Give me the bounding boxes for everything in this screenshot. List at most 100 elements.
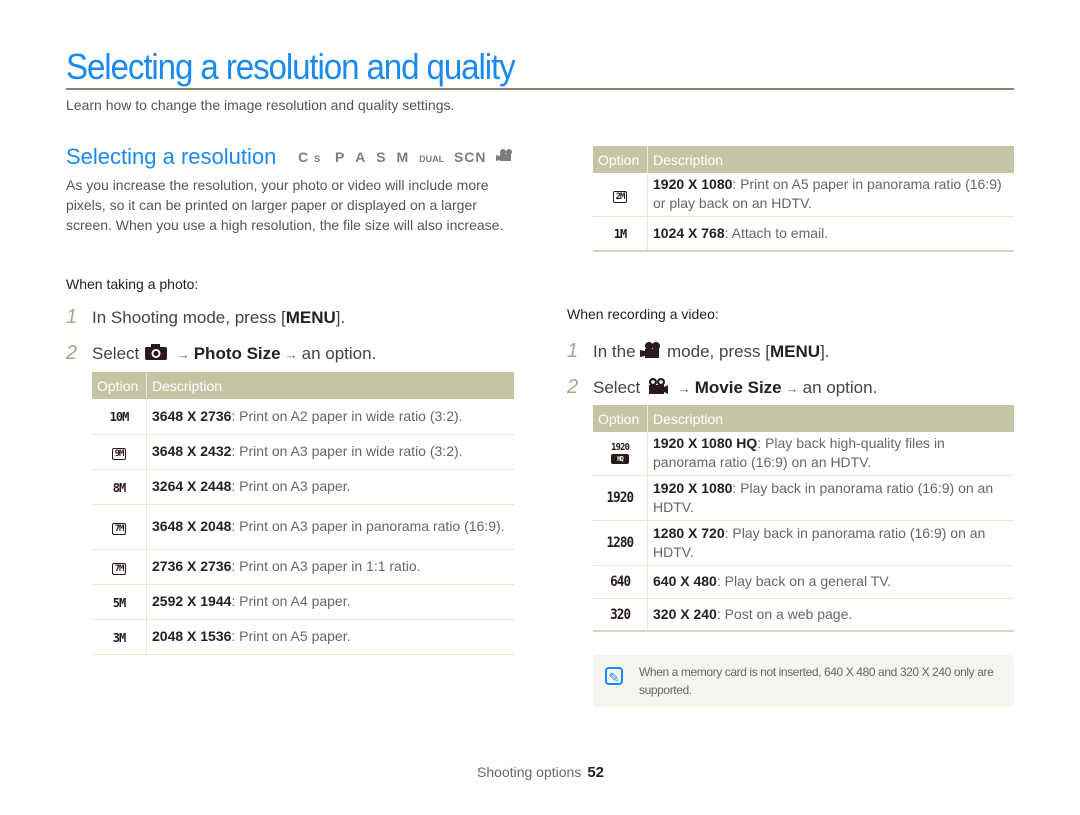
- step-number: 2: [66, 342, 78, 364]
- manual-mode-icon: M: [396, 149, 410, 165]
- column-header-description: Description: [647, 146, 1014, 173]
- scene-mode-icon: SCN: [453, 149, 487, 165]
- smart-auto-mode-icon: CS: [298, 149, 321, 165]
- intro-paragraph: As you increase the resolution, your pho…: [66, 177, 504, 233]
- step-text: Select: [92, 344, 140, 363]
- table-row: 8M 3264 X 2448: Print on A3 paper.: [92, 469, 514, 505]
- step-number: 1: [66, 306, 78, 328]
- column-header-description: Description: [647, 405, 1014, 432]
- table-row: 7M 2736 X 2736: Print on A3 paper in 1:1…: [92, 549, 514, 585]
- photo-step-1: 1 In Shooting mode, press [MENU].: [66, 306, 345, 329]
- arrow-icon: →: [284, 347, 298, 362]
- resolution-description: : Play back on a general TV.: [716, 573, 892, 589]
- page-subtitle: Learn how to change the image resolution…: [66, 97, 455, 113]
- resolution-value: 3648 X 2048: [152, 518, 232, 534]
- photo-size-table-continued: Option Description 2M 1920 X 1080: Print…: [593, 146, 1014, 252]
- movie-menu-icon: [645, 377, 669, 400]
- page-footer: Shooting options 52: [477, 764, 604, 781]
- video-1920-icon: 1920: [606, 490, 635, 506]
- table-row: 1920 HQ 1920 X 1080 HQ: Play back high-qu…: [593, 432, 1014, 476]
- resolution-value: 3648 X 2736: [152, 407, 232, 424]
- column-header-option: Option: [92, 372, 147, 399]
- step-text: an option.: [802, 378, 878, 397]
- step-text: mode, press [: [667, 342, 771, 361]
- arrow-icon: →: [677, 381, 691, 396]
- note-text: When a memory card is not inserted, 640 …: [639, 665, 994, 697]
- step-text: Select: [593, 378, 641, 397]
- movie-mode-icon: [496, 148, 514, 165]
- resolution-5m-icon: 5M: [112, 595, 126, 610]
- resolution-3m-icon: 3M: [112, 630, 126, 645]
- resolution-2m-panorama-icon: 2M: [612, 190, 628, 203]
- video-step-2: 2 Select → Movie Size → an option.: [567, 376, 877, 400]
- page-number: 52: [587, 764, 604, 781]
- resolution-value: 2592 X 1944: [152, 593, 232, 609]
- menu-item-name: Photo Size: [193, 344, 281, 363]
- table-row: 3M 2048 X 1536: Print on A5 paper.: [92, 619, 514, 655]
- photo-subhead: When taking a photo:: [66, 276, 199, 292]
- photo-size-table: Option Description 10M 3648 X 2736: Prin…: [92, 372, 514, 655]
- section-title: Selecting a resolution: [66, 144, 277, 169]
- video-step-1: 1 In the mode, press [MENU].: [567, 340, 830, 364]
- shutter-mode-icon: S: [376, 149, 387, 165]
- resolution-value: 3264 X 2448: [152, 478, 232, 494]
- step-number: 1: [567, 340, 579, 362]
- resolution-description: : Print on A3 paper in 1:1 ratio.: [231, 558, 421, 574]
- resolution-value: 1920 X 1080: [653, 479, 733, 496]
- table-row: 9M 3648 X 2432: Print on A3 paper in wid…: [92, 434, 514, 470]
- resolution-1m-icon: 1M: [613, 227, 627, 242]
- video-1280-icon: 1280: [606, 535, 635, 551]
- menu-item-name: Movie Size: [694, 378, 782, 397]
- step-text: ].: [335, 308, 346, 327]
- resolution-value: 3648 X 2432: [152, 443, 232, 459]
- column-header-description: Description: [146, 372, 514, 399]
- step-text: ].: [820, 342, 830, 361]
- resolution-value: 640 X 480: [653, 573, 717, 589]
- footer-section-name: Shooting options: [477, 764, 582, 780]
- video-640-icon: 640: [609, 574, 631, 590]
- table-row: 1M 1024 X 768: Attach to email.: [593, 216, 1014, 252]
- resolution-description: : Post on a web page.: [716, 605, 853, 622]
- resolution-value: 1920 X 1080: [653, 176, 733, 193]
- resolution-value: 320 X 240: [653, 605, 717, 622]
- resolution-description: : Print on A2 paper in wide ratio (3:2).: [231, 407, 463, 424]
- table-header-row: Option Description: [92, 372, 514, 399]
- note-icon: ✎: [605, 667, 623, 685]
- step-text: an option.: [301, 344, 377, 363]
- table-row: 2M 1920 X 1080: Print on A5 paper in pan…: [593, 173, 1014, 217]
- resolution-7m-panorama-icon: 7M: [111, 523, 127, 535]
- video-320-icon: 320: [609, 606, 631, 623]
- table-row: 640 640 X 480: Play back on a general TV…: [593, 565, 1014, 599]
- resolution-description: : Print on A3 paper in wide ratio (3:2).: [231, 443, 463, 459]
- program-mode-icon: P: [335, 149, 346, 165]
- table-header-row: Option Description: [593, 146, 1014, 173]
- video-1920-hq-icon: 1920 HQ: [610, 441, 630, 464]
- resolution-value: 1920 X 1080 HQ: [653, 435, 758, 452]
- video-subhead: When recording a video:: [567, 306, 719, 322]
- resolution-value: 1024 X 768: [653, 224, 725, 241]
- movie-size-table: Option Description 1920 HQ 1920 X 1080 HQ…: [593, 405, 1014, 632]
- table-row: 1280 1280 X 720: Play back in panorama r…: [593, 520, 1014, 566]
- table-row: 1920 1920 X 1080: Play back in panorama …: [593, 475, 1014, 521]
- camera-icon: [144, 343, 168, 366]
- menu-key: MENU: [770, 342, 821, 361]
- column-header-option: Option: [593, 146, 648, 173]
- resolution-8m-icon: 8M: [112, 480, 126, 495]
- movie-mode-icon: [640, 341, 662, 364]
- arrow-icon: →: [785, 381, 799, 396]
- column-header-option: Option: [593, 405, 648, 432]
- photo-step-2: 2 Select → Photo Size → an option.: [66, 342, 376, 366]
- resolution-value: 1280 X 720: [653, 524, 725, 541]
- step-number: 2: [567, 376, 579, 398]
- table-row: 320 320 X 240: Post on a web page.: [593, 598, 1014, 632]
- resolution-description: : Print on A3 paper in panorama ratio (1…: [231, 518, 505, 534]
- step-text: In Shooting mode, press [: [92, 308, 286, 327]
- table-row: 5M 2592 X 1944: Print on A4 paper.: [92, 584, 514, 620]
- title-divider: [66, 88, 1014, 90]
- step-text: In the: [593, 342, 636, 361]
- dual-is-mode-icon: DUAL: [419, 154, 445, 164]
- note-box: ✎ When a memory card is not inserted, 64…: [593, 655, 1014, 707]
- page-title: Selecting a resolution and quality: [66, 46, 516, 87]
- resolution-description: : Print on A3 paper.: [231, 478, 351, 494]
- resolution-value: 2736 X 2736: [152, 558, 232, 574]
